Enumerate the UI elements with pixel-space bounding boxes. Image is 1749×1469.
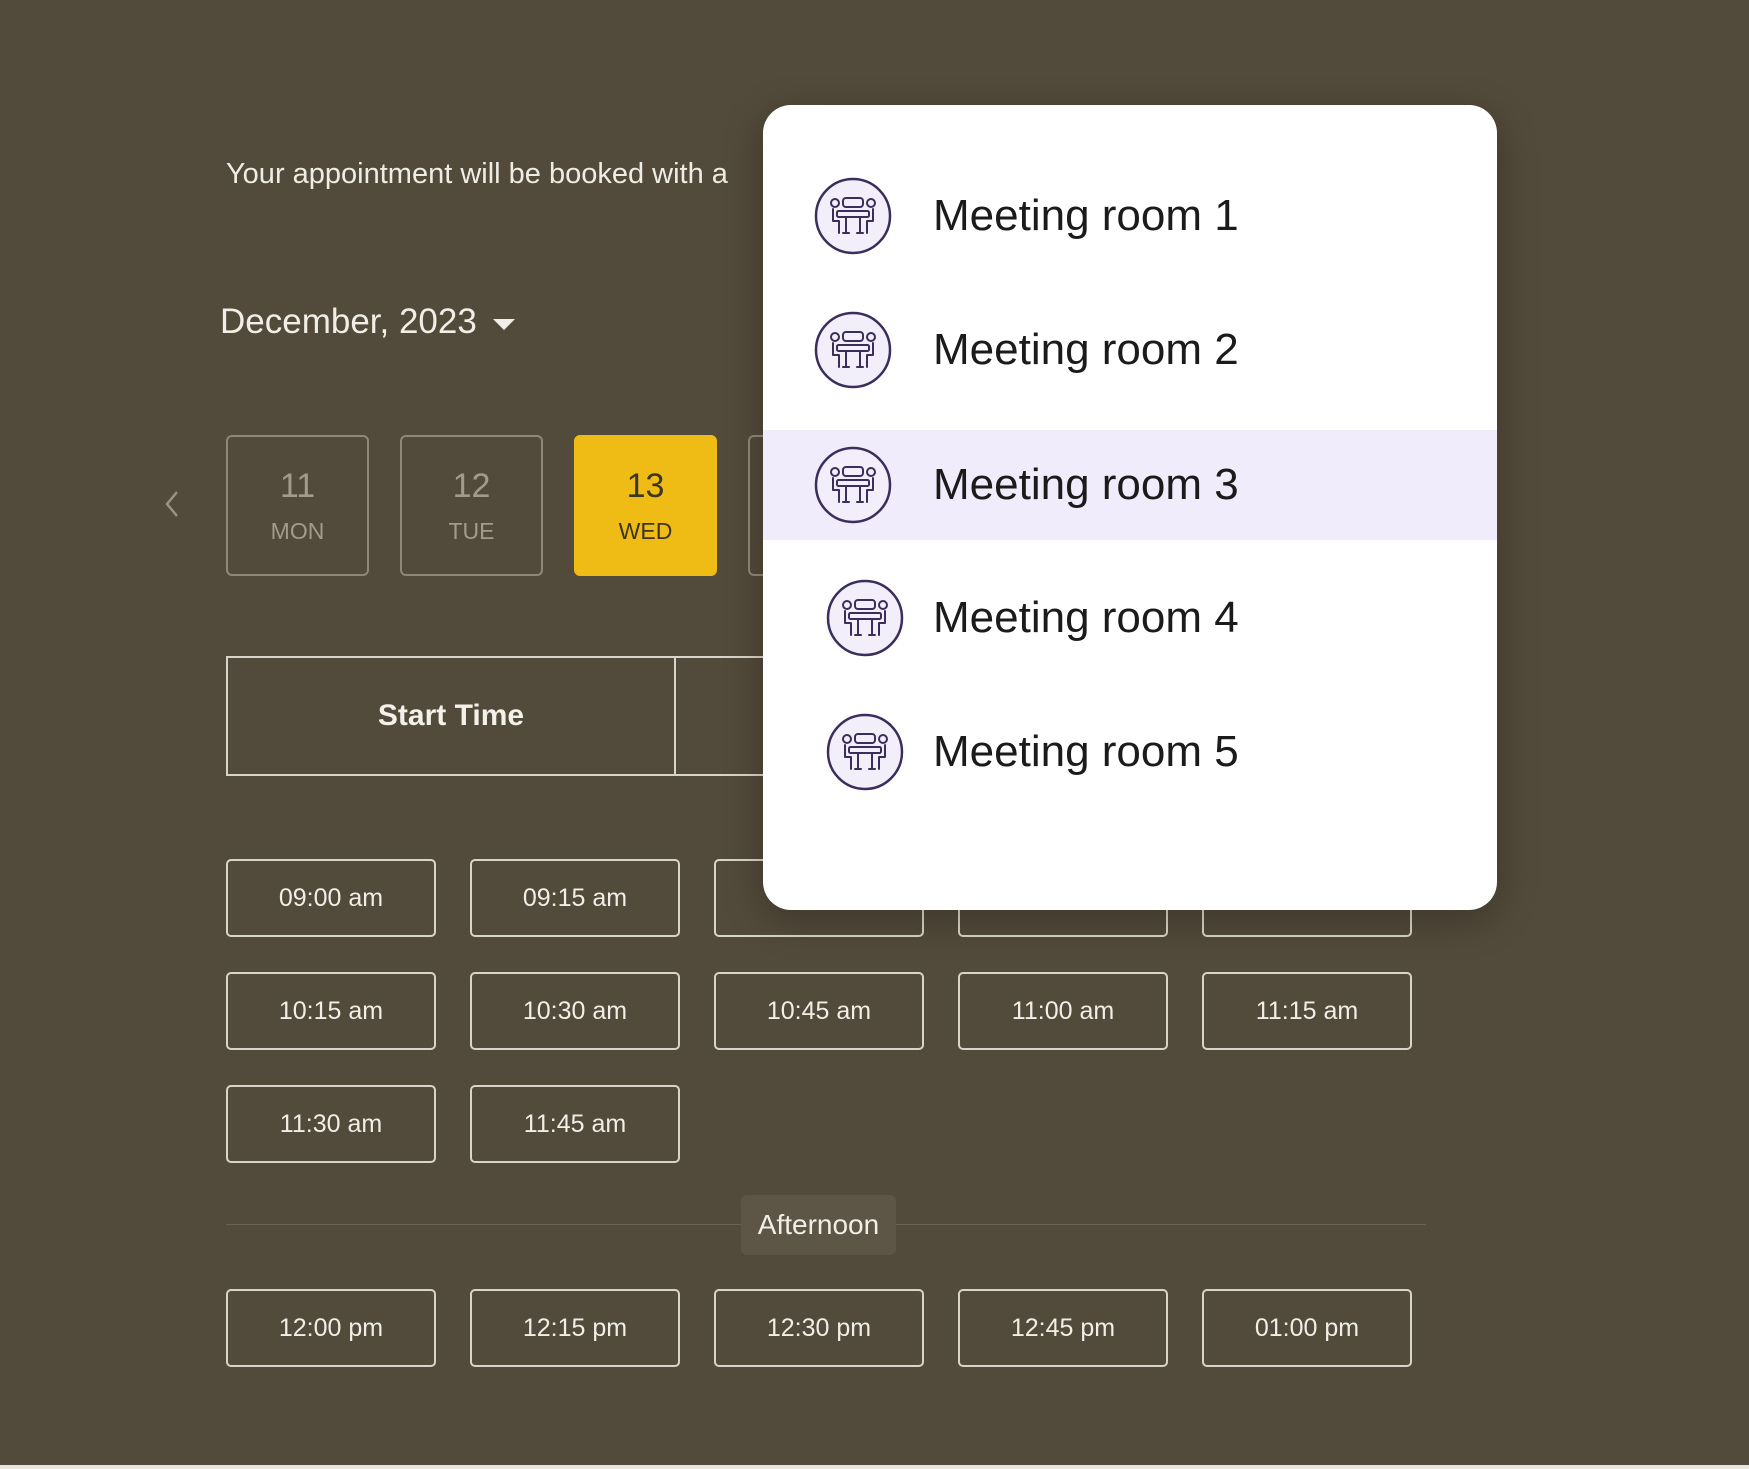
- meeting-room-label: Meeting room 5: [933, 727, 1239, 776]
- meeting-room-icon: [825, 712, 905, 792]
- meeting-room-icon-svg: [814, 446, 892, 524]
- caret-down-icon: [492, 318, 515, 330]
- meeting-room-option-5[interactable]: Meeting room 5: [763, 697, 1497, 807]
- day-of-week: MON: [270, 517, 325, 544]
- time-slot[interactable]: 10:45 am: [714, 972, 924, 1050]
- meeting-room-option-2[interactable]: Meeting room 2: [763, 295, 1497, 405]
- meeting-room-icon-svg: [814, 177, 892, 255]
- meeting-room-dropdown: Meeting room 1 Meeting room 2 Meeting room…: [763, 105, 1497, 910]
- meeting-room-icon: [813, 310, 893, 390]
- time-slot[interactable]: 12:00 pm: [226, 1289, 436, 1367]
- time-slot[interactable]: 01:00 pm: [1202, 1289, 1412, 1367]
- day-number: 11: [279, 466, 316, 505]
- meeting-room-icon: [813, 445, 893, 525]
- day-card-1[interactable]: 12 TUE: [400, 435, 543, 576]
- time-slot[interactable]: 11:15 am: [1202, 972, 1412, 1050]
- time-mode-toggle: Start Time: [226, 656, 786, 776]
- month-label: December, 2023: [220, 302, 477, 341]
- day-card-0[interactable]: 11 MON: [226, 435, 369, 576]
- afternoon-section-label: Afternoon: [741, 1195, 896, 1255]
- meeting-room-option-4[interactable]: Meeting room 4: [763, 563, 1497, 673]
- time-slot[interactable]: 11:30 am: [226, 1085, 436, 1163]
- meeting-room-label: Meeting room 3: [933, 460, 1239, 509]
- meeting-room-icon-svg: [826, 579, 904, 657]
- time-slot[interactable]: 12:30 pm: [714, 1289, 924, 1367]
- day-number: 12: [452, 466, 491, 505]
- booking-intro-text: Your appointment will be booked with a: [226, 158, 728, 190]
- meeting-room-label: Meeting room 2: [933, 325, 1239, 374]
- chevron-left-icon: [165, 491, 178, 517]
- day-of-week: WED: [618, 517, 673, 544]
- time-slot[interactable]: 10:30 am: [470, 972, 680, 1050]
- previous-days-button[interactable]: [160, 486, 184, 522]
- page-bottom-edge: [0, 1465, 1749, 1469]
- day-number: 13: [626, 466, 665, 505]
- meeting-room-option-1[interactable]: Meeting room 1: [763, 161, 1497, 271]
- day-card-2[interactable]: 13 WED: [574, 435, 717, 576]
- meeting-room-icon-svg: [814, 311, 892, 389]
- meeting-room-icon: [825, 578, 905, 658]
- time-slot[interactable]: 12:15 pm: [470, 1289, 680, 1367]
- day-of-week: TUE: [448, 517, 495, 544]
- meeting-room-label: Meeting room 4: [933, 593, 1239, 642]
- meeting-room-option-3[interactable]: Meeting room 3: [763, 430, 1497, 540]
- time-slot[interactable]: 11:45 am: [470, 1085, 680, 1163]
- time-slot[interactable]: 10:15 am: [226, 972, 436, 1050]
- start-time-tab[interactable]: Start Time: [228, 658, 676, 774]
- meeting-room-label: Meeting room 1: [933, 191, 1239, 240]
- meeting-room-icon: [813, 176, 893, 256]
- meeting-room-icon-svg: [826, 713, 904, 791]
- time-slot[interactable]: 09:00 am: [226, 859, 436, 937]
- time-slot[interactable]: 11:00 am: [958, 972, 1168, 1050]
- month-picker[interactable]: December, 2023: [220, 302, 515, 342]
- time-slot[interactable]: 09:15 am: [470, 859, 680, 937]
- time-slot[interactable]: 12:45 pm: [958, 1289, 1168, 1367]
